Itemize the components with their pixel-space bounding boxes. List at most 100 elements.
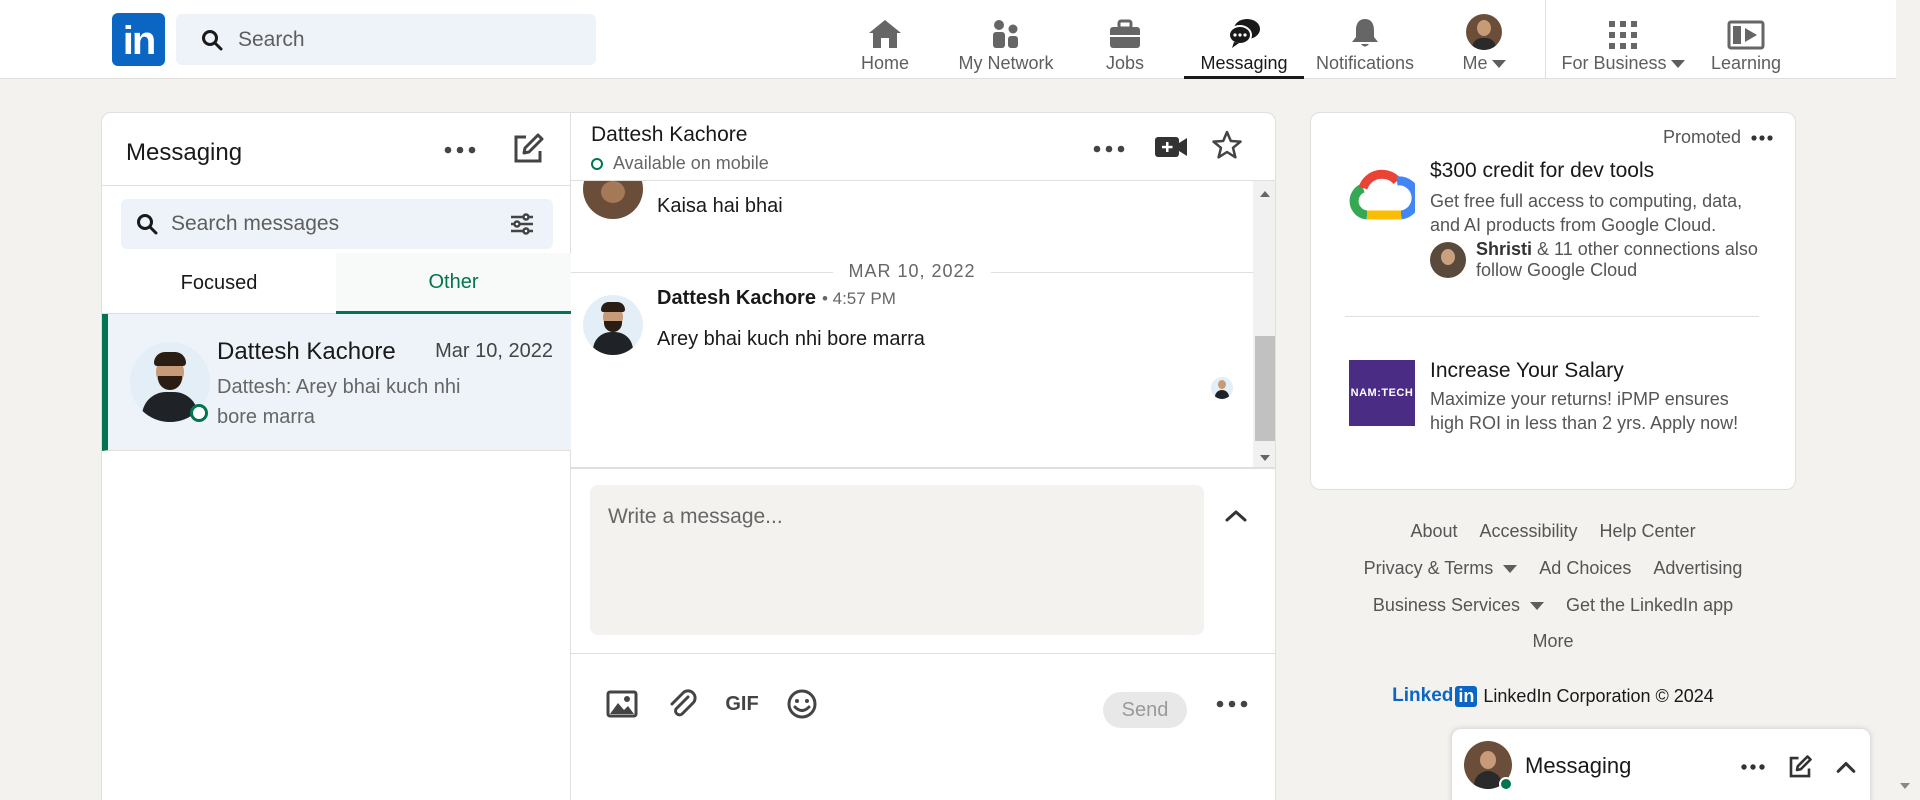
conversation-item[interactable]: Dattesh Kachore Mar 10, 2022 Dattesh: Ar…	[102, 314, 571, 451]
learning-icon	[1727, 20, 1765, 50]
footer-link-get-app[interactable]: Get the LinkedIn app	[1566, 595, 1733, 616]
nav-me-label: Me	[1462, 53, 1488, 73]
ad-google-cloud[interactable]: $300 credit for dev tools Get free full …	[1311, 113, 1797, 313]
global-search-input[interactable]	[238, 27, 578, 52]
dock-more-button[interactable]	[1738, 759, 1768, 775]
composer-more-button[interactable]	[1215, 687, 1249, 721]
conversation-date: Mar 10, 2022	[435, 340, 553, 362]
star-icon	[1212, 130, 1242, 159]
separator-line	[991, 272, 1253, 273]
filter-icon[interactable]	[509, 212, 535, 236]
promoted-ads-card: Promoted $300 credit for dev tools Get f…	[1310, 112, 1796, 490]
inbox-tabs: Focused Other	[102, 253, 571, 314]
chevron-down-icon	[1529, 601, 1544, 610]
footer-link-accessibility[interactable]: Accessibility	[1479, 521, 1577, 542]
thread-more-button[interactable]	[1091, 137, 1127, 161]
date-separator: MAR 10, 2022	[571, 261, 1253, 283]
footer-link-help-center[interactable]: Help Center	[1600, 521, 1696, 542]
thread-contact-name[interactable]: Dattesh Kachore	[591, 123, 747, 147]
send-button[interactable]: Send	[1103, 692, 1187, 728]
scroll-up-icon[interactable]	[1260, 191, 1270, 197]
social-proof: Shristi & 11 other connections also foll…	[1476, 239, 1766, 281]
nav-learning[interactable]: Learning	[1710, 0, 1782, 79]
avatar	[1466, 14, 1502, 50]
message-thread: Dattesh Kachore Available on mobile Kais…	[571, 113, 1275, 800]
nav-me[interactable]: Me	[1456, 0, 1512, 79]
messaging-panel: Messaging Focused Other D	[101, 112, 1276, 800]
star-button[interactable]	[1209, 127, 1245, 163]
home-icon	[869, 20, 901, 48]
nav-for-business-label: For Business	[1561, 53, 1667, 73]
message-input[interactable]	[590, 485, 1204, 635]
message-search-input[interactable]	[171, 212, 501, 236]
page-title: Messaging	[126, 139, 243, 166]
more-options-button[interactable]	[440, 135, 480, 165]
conversation-list: Messaging Focused Other D	[102, 113, 571, 800]
page-scroll-down-icon[interactable]	[1900, 783, 1910, 789]
message-composer[interactable]	[590, 485, 1204, 635]
more-icon	[1216, 700, 1248, 708]
composer-toolbar: GIF Send	[571, 653, 1275, 743]
footer-link-privacy-terms[interactable]: Privacy & Terms	[1364, 558, 1518, 579]
message-time: • 4:57 PM	[821, 289, 896, 308]
dock-expand-button[interactable]	[1832, 753, 1860, 781]
message-sender: Dattesh Kachore • 4:57 PM	[657, 287, 896, 310]
scrollbar[interactable]	[1253, 181, 1275, 467]
chevron-up-icon	[1836, 762, 1856, 773]
online-status-icon	[591, 157, 603, 170]
nav-jobs-label: Jobs	[1105, 53, 1145, 73]
briefcase-icon	[1110, 19, 1140, 48]
wordmark-text: Linked	[1392, 685, 1454, 706]
ad-title[interactable]: Increase Your Salary	[1430, 359, 1624, 383]
search-icon	[202, 29, 223, 50]
more-icon	[1093, 145, 1125, 153]
ad-title[interactable]: $300 credit for dev tools	[1430, 159, 1654, 183]
compose-icon	[514, 133, 544, 163]
tab-other[interactable]: Other	[336, 253, 571, 314]
message-search[interactable]	[121, 199, 553, 249]
chevron-up-icon	[1225, 510, 1247, 522]
footer-link-business-services[interactable]: Business Services	[1373, 595, 1544, 616]
attach-file-button[interactable]	[665, 687, 699, 721]
footer-link-label: Privacy & Terms	[1363, 558, 1494, 578]
gif-button[interactable]: GIF	[725, 687, 759, 721]
attach-image-button[interactable]	[605, 687, 639, 721]
footer-link-more[interactable]: More	[1532, 631, 1573, 652]
linkedin-logo[interactable]: in	[112, 13, 165, 66]
ad-description: Maximize your returns! iPMP ensures high…	[1430, 389, 1739, 433]
messaging-dock[interactable]: Messaging	[1451, 728, 1871, 800]
nav-jobs[interactable]: Jobs	[1102, 0, 1148, 79]
footer-link-about[interactable]: About	[1410, 521, 1457, 542]
scrollbar-thumb[interactable]	[1255, 336, 1275, 441]
footer-link-ad-choices[interactable]: Ad Choices	[1539, 558, 1631, 579]
sender-name[interactable]: Dattesh Kachore	[657, 287, 816, 310]
google-cloud-logo	[1349, 169, 1415, 220]
footer-link-advertising[interactable]: Advertising	[1653, 558, 1742, 579]
nav-messaging[interactable]: Messaging	[1184, 0, 1304, 79]
compose-button[interactable]	[510, 131, 546, 167]
dock-compose-button[interactable]	[1786, 753, 1814, 781]
more-icon	[444, 146, 476, 154]
avatar[interactable]	[583, 295, 643, 355]
messaging-header: Messaging	[102, 113, 570, 186]
availability-status: Available on mobile	[591, 153, 769, 174]
avatar	[583, 181, 643, 219]
nav-learning-label: Learning	[1710, 53, 1782, 73]
compose-icon	[1789, 755, 1812, 778]
global-search[interactable]	[176, 14, 596, 65]
search-icon	[137, 214, 158, 235]
nav-home[interactable]: Home	[860, 0, 910, 79]
nav-my-network[interactable]: My Network	[956, 0, 1056, 79]
wordmark-box: in	[1455, 685, 1478, 707]
video-call-button[interactable]	[1153, 131, 1189, 163]
expand-composer-button[interactable]	[1221, 501, 1251, 531]
bell-icon	[1352, 19, 1378, 47]
paperclip-icon	[670, 689, 697, 717]
nav-notifications[interactable]: Notifications	[1314, 0, 1416, 79]
chevron-down-icon	[1491, 59, 1506, 68]
tab-focused[interactable]: Focused	[102, 253, 336, 314]
emoji-button[interactable]	[785, 687, 819, 721]
nav-for-business[interactable]: For Business	[1561, 0, 1685, 79]
ad-namtech[interactable]: NAM:TECH Increase Your Salary Maximize y…	[1311, 323, 1797, 473]
scroll-down-icon[interactable]	[1260, 455, 1270, 461]
